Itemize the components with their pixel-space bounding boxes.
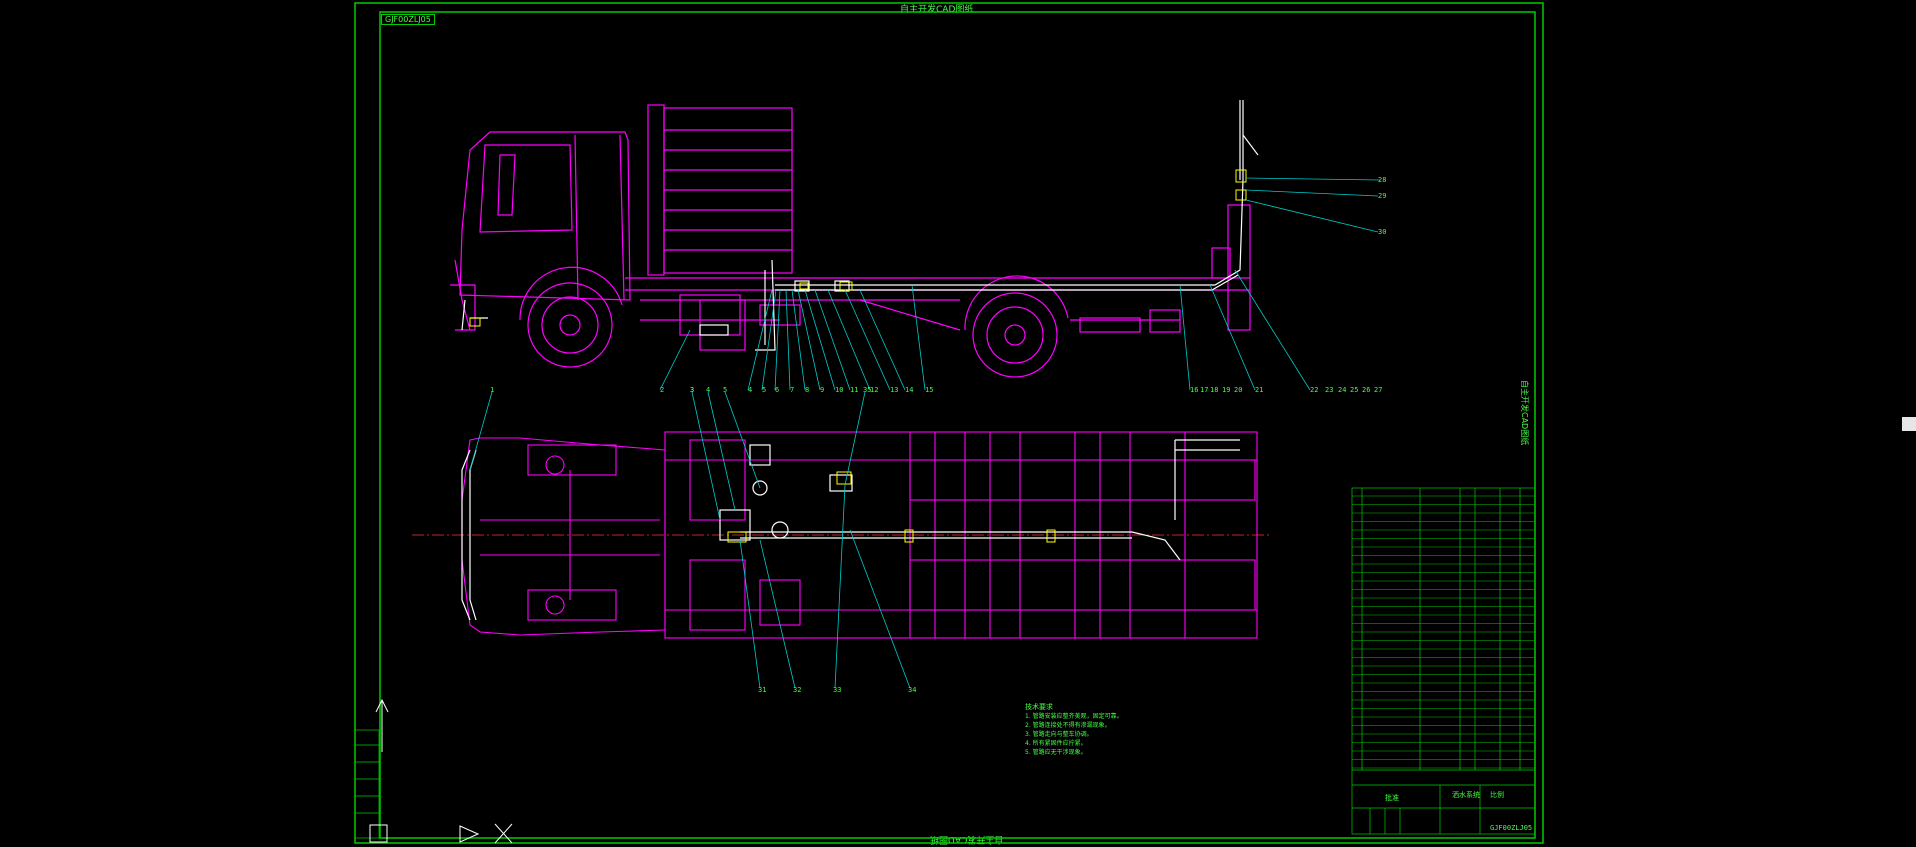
note-line: 4. 所有紧固件应拧紧。 — [1025, 740, 1087, 747]
callout-number: 30 — [1378, 228, 1387, 236]
callout-number: 20 — [1234, 386, 1243, 394]
note-line: 5. 管路应无干涉现象。 — [1025, 749, 1087, 756]
callout-number: 35 — [863, 386, 872, 394]
bom-table — [1351, 487, 1536, 835]
title-block-scale: 比例 — [1490, 791, 1504, 799]
callout-number: 6 — [775, 386, 780, 394]
callout-number: 28 — [1378, 176, 1387, 184]
cad-drawing-canvas — [354, 2, 1544, 844]
callout-number: 1 — [490, 386, 495, 394]
callout-number: 22 — [1310, 386, 1319, 394]
callout-number: 25 — [1350, 386, 1359, 394]
callout-number: 24 — [1338, 386, 1347, 394]
callout-number: 10 — [835, 386, 844, 394]
callout-number: 27 — [1374, 386, 1383, 394]
callout-number: 15 — [925, 386, 934, 394]
callout-number: 4 — [748, 386, 753, 394]
callout-number: 23 — [1325, 386, 1334, 394]
callout-number: 13 — [890, 386, 899, 394]
callout-number: 29 — [1378, 192, 1387, 200]
pipe-runs-side — [461, 100, 1259, 351]
callout-number: 32 — [793, 686, 802, 694]
note-line: 3. 管路走向与整车协调。 — [1025, 731, 1093, 738]
technical-notes: 技术要求 1. 管路安装应整齐美观，固定可靠。 2. 管路连接处不得有渗漏现象。… — [1025, 703, 1123, 757]
callout-number: 14 — [905, 386, 914, 394]
title-block-part-name: 洒水系统 — [1452, 791, 1480, 799]
pipe-runs-plan — [461, 439, 1240, 621]
callout-number: 3 — [690, 386, 695, 394]
callout-number: 26 — [1362, 386, 1371, 394]
callout-number: 7 — [790, 386, 795, 394]
callout-number: 21 — [1255, 386, 1264, 394]
callout-number: 16 — [1190, 386, 1199, 394]
callout-number: 31 — [758, 686, 767, 694]
bom-rows — [1352, 495, 1535, 769]
callout-number: 5 — [723, 386, 728, 394]
callout-number: 5 — [762, 386, 767, 394]
callout-number: 2 — [660, 386, 665, 394]
vertical-scrollbar-thumb[interactable] — [1902, 417, 1916, 431]
callout-number: 33 — [833, 686, 842, 694]
callout-number: 8 — [805, 386, 810, 394]
title-block-drawing-no: GJF00ZLJ05 — [1490, 824, 1533, 832]
callout-number: 4 — [706, 386, 711, 394]
callout-number: 19 — [1222, 386, 1231, 394]
note-line: 2. 管路连接处不得有渗漏现象。 — [1025, 722, 1111, 729]
note-line: 1. 管路安装应整齐美观，固定可靠。 — [1025, 713, 1123, 720]
callout-leaders-plan — [469, 391, 911, 689]
notes-title: 技术要求 — [1025, 703, 1053, 711]
callout-number: 34 — [908, 686, 917, 694]
callout-number: 17 — [1200, 386, 1209, 394]
callout-number: 18 — [1210, 386, 1219, 394]
callout-number: 9 — [820, 386, 825, 394]
callout-number: 11 — [850, 386, 859, 394]
revision-strip — [354, 729, 380, 839]
ucs-icon — [369, 698, 513, 844]
title-block-approver: 批准 — [1385, 794, 1399, 802]
truck-side-view — [450, 104, 1251, 378]
